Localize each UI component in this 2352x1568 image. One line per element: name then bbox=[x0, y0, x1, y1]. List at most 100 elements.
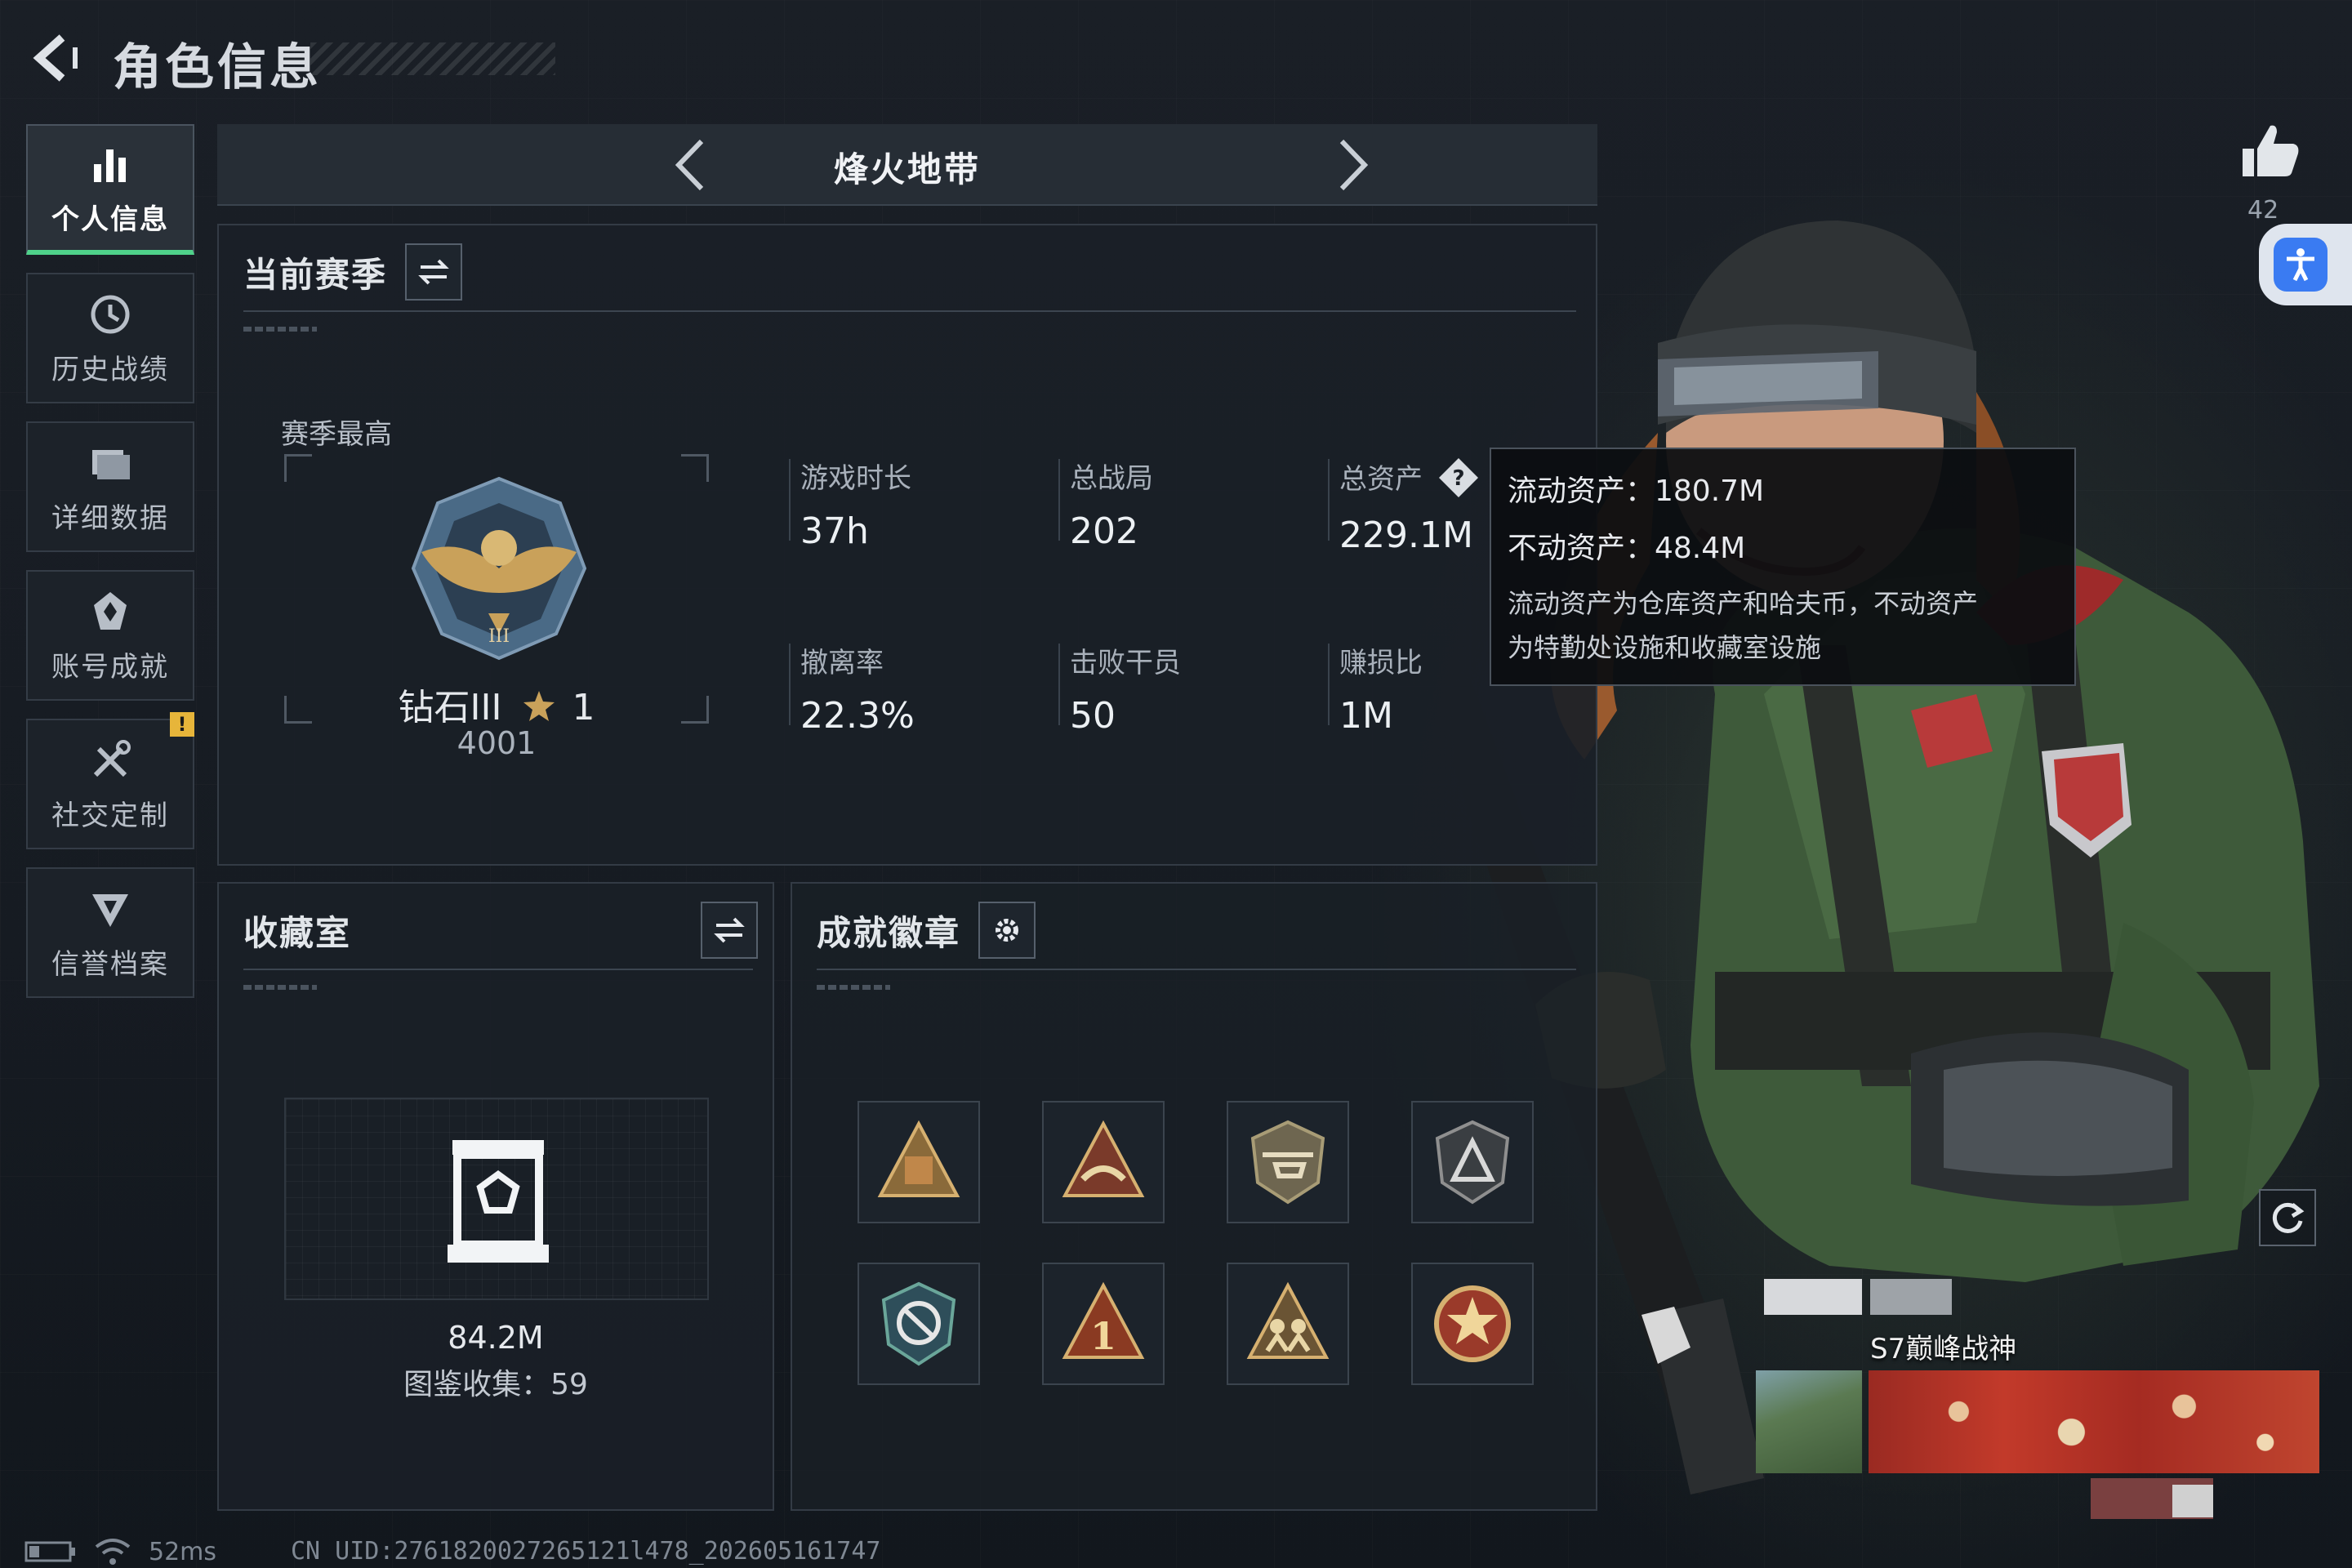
badges-panel: 成就徽章 1 bbox=[791, 882, 1597, 1511]
stat-value: 50 bbox=[1070, 695, 1116, 737]
mode-next-button[interactable] bbox=[1320, 132, 1385, 198]
back-button[interactable] bbox=[24, 29, 82, 87]
stat-divider bbox=[789, 459, 791, 541]
achievement-badge[interactable]: 1 bbox=[1042, 1263, 1165, 1385]
divider bbox=[243, 969, 753, 970]
season-switch-button[interactable] bbox=[405, 243, 463, 301]
frame-corner bbox=[681, 454, 709, 482]
sidebar-item-label: 详细数据 bbox=[51, 501, 169, 535]
season-title: 当前赛季 bbox=[243, 254, 388, 295]
frame-corner bbox=[284, 696, 312, 724]
tooltip-description-line: 流动资产为仓库资产和哈夫币，不动资产 bbox=[1508, 588, 1979, 619]
stat-label: 撤离率 bbox=[800, 647, 884, 679]
stat-divider bbox=[1328, 459, 1330, 541]
divider-accent bbox=[243, 985, 317, 990]
helicopter-badge-icon bbox=[1250, 1120, 1325, 1205]
number-one-badge-icon: 1 bbox=[1062, 1281, 1145, 1359]
stat-kills: 击败干员 50 bbox=[1070, 640, 1315, 737]
divider-accent bbox=[817, 985, 890, 990]
svg-text:?: ? bbox=[1452, 466, 1464, 491]
title-card-banner bbox=[1869, 1370, 2319, 1473]
shield-badge-icon bbox=[1435, 1120, 1510, 1205]
stat-divider bbox=[789, 644, 791, 725]
divider bbox=[243, 310, 1576, 312]
collection-value: 84.2M bbox=[448, 1320, 544, 1356]
sidebar-item-personal-info[interactable]: 个人信息 bbox=[26, 124, 194, 255]
title-card-label: S7巅峰战神 bbox=[1870, 1333, 2017, 1365]
sidebar-item-label: 个人信息 bbox=[51, 203, 169, 236]
rotate-model-button[interactable] bbox=[2259, 1189, 2316, 1246]
collection-switch-button[interactable] bbox=[701, 902, 758, 959]
stat-total-matches: 总战局 202 bbox=[1070, 456, 1315, 552]
tooltip-description: 流动资产为仓库资产和哈夫币，不动资产 为特勤处设施和收藏室设施 bbox=[1508, 581, 2058, 670]
rank-score: 4001 bbox=[457, 725, 537, 761]
collection-count: 图鉴收集：59 bbox=[403, 1368, 588, 1401]
frame-corner bbox=[681, 696, 709, 724]
mode-title: 烽火地带 bbox=[833, 149, 981, 189]
achievement-badge[interactable] bbox=[1411, 1263, 1534, 1385]
achievement-badge[interactable] bbox=[1227, 1263, 1349, 1385]
divider-accent bbox=[243, 327, 317, 332]
achievement-badge[interactable] bbox=[858, 1101, 980, 1223]
star-icon bbox=[523, 691, 555, 721]
badges-settings-button[interactable] bbox=[978, 902, 1036, 959]
sidebar-item-details[interactable]: 详细数据 bbox=[26, 421, 194, 552]
gear-icon bbox=[996, 919, 1019, 942]
stat-label: 游戏时长 bbox=[800, 462, 911, 495]
user-uid: CN UID:2761820027265121l478_202605161747 bbox=[291, 1537, 881, 1566]
wifi-icon bbox=[95, 1539, 131, 1565]
accessibility-button[interactable] bbox=[2259, 224, 2352, 305]
sidebar-item-credit[interactable]: 信誉档案 bbox=[26, 867, 194, 998]
achievement-badge[interactable] bbox=[1042, 1101, 1165, 1223]
sidebar-item-achievements[interactable]: 账号成就 bbox=[26, 570, 194, 701]
collection-title: 收藏室 bbox=[243, 912, 352, 953]
divider bbox=[817, 969, 1576, 970]
season-panel: 当前赛季 赛季最高 III 钻石III 1 4001 游戏时长 37h 总战局 … bbox=[217, 224, 1597, 866]
sidebar-item-label: 社交定制 bbox=[51, 799, 169, 832]
accessibility-icon bbox=[2287, 248, 2314, 282]
stat-extract-rate: 撤离率 22.3% bbox=[800, 640, 1045, 737]
stat-label: 击败干员 bbox=[1070, 647, 1181, 679]
svg-text:1: 1 bbox=[1090, 1314, 1116, 1358]
triangle-badge-icon bbox=[877, 1120, 960, 1197]
refresh-icon bbox=[2272, 1202, 2305, 1233]
back-arrow-icon bbox=[33, 34, 78, 82]
blurred-name bbox=[1870, 1279, 1952, 1315]
like-button[interactable] bbox=[2238, 119, 2303, 185]
achievement-badge[interactable] bbox=[1227, 1101, 1349, 1223]
achievement-badge[interactable] bbox=[1411, 1101, 1534, 1223]
mode-selector: 烽火地带 bbox=[217, 124, 1597, 206]
display-case-icon bbox=[448, 1140, 549, 1263]
stat-label-text: 总资产 bbox=[1339, 463, 1423, 496]
stat-value: 202 bbox=[1070, 510, 1138, 552]
sidebar-item-social[interactable]: ! 社交定制 bbox=[26, 712, 194, 849]
rank-name-row: 钻石III 1 bbox=[341, 678, 652, 730]
history-icon bbox=[91, 295, 130, 333]
sidebar-item-history[interactable]: 历史战绩 bbox=[26, 273, 194, 403]
collection-header: 收藏室 bbox=[243, 902, 758, 959]
blurred-info bbox=[2172, 1485, 2213, 1517]
diamond-rank-emblem-icon: III bbox=[411, 476, 587, 661]
season-header: 当前赛季 bbox=[243, 243, 463, 301]
collection-display[interactable] bbox=[284, 1098, 709, 1300]
emblem-badge-icon bbox=[881, 1281, 956, 1366]
frame-corner bbox=[284, 454, 312, 482]
stat-play-time: 游戏时长 37h bbox=[800, 456, 1045, 552]
page-title: 角色信息 bbox=[113, 39, 322, 96]
season-best-label: 赛季最高 bbox=[281, 418, 392, 451]
tools-icon bbox=[93, 739, 131, 777]
stat-divider bbox=[1058, 459, 1060, 541]
squad-badge-icon bbox=[1246, 1281, 1330, 1359]
help-icon[interactable]: ? bbox=[1437, 456, 1481, 500]
blurred-name bbox=[1764, 1279, 1862, 1315]
title-decoration bbox=[310, 42, 555, 75]
achievement-icon bbox=[94, 591, 127, 630]
stat-divider bbox=[1058, 644, 1060, 725]
battery-icon bbox=[24, 1541, 75, 1562]
achievement-badge[interactable] bbox=[858, 1263, 980, 1385]
tooltip-fixed-assets: 不动资产：48.4M bbox=[1508, 532, 1746, 565]
folder-icon bbox=[92, 449, 130, 479]
title-card-avatar bbox=[1756, 1370, 1862, 1473]
rank-name: 钻石III bbox=[398, 687, 502, 728]
stat-label: 总战局 bbox=[1070, 462, 1153, 495]
